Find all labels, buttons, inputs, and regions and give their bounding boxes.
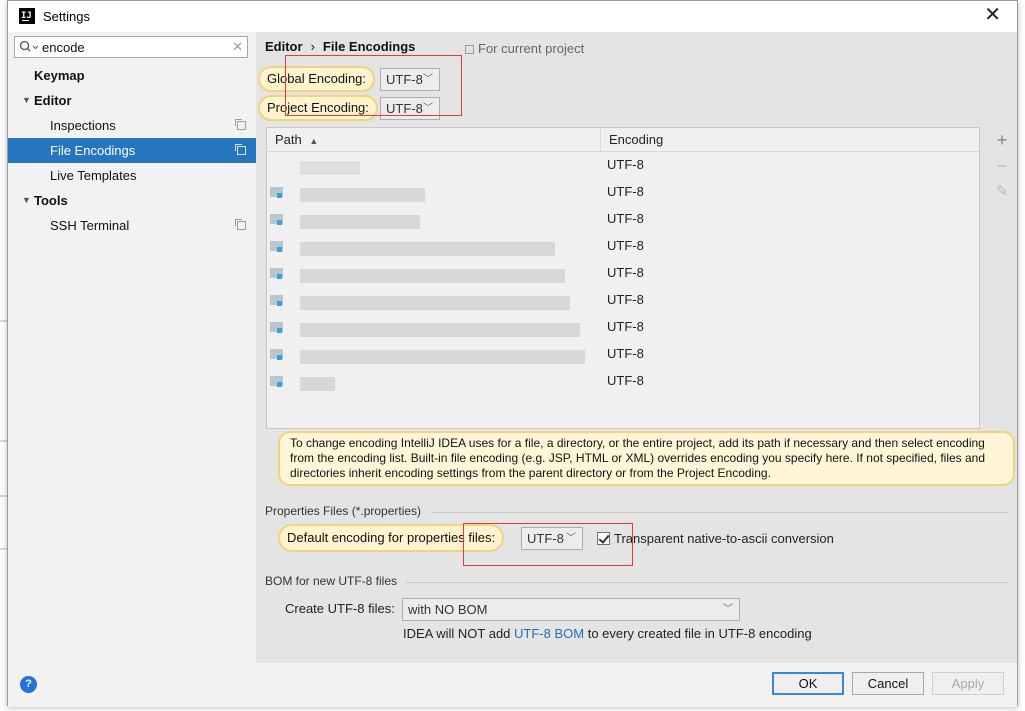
project-scope-icon xyxy=(235,219,246,230)
table-row[interactable]: UTF-8 xyxy=(267,179,979,206)
annotation-red-box xyxy=(463,523,633,566)
bom-note-suffix: to every created file in UTF-8 encoding xyxy=(584,626,812,641)
search-input[interactable]: encode ✕ xyxy=(14,36,248,58)
table-row[interactable]: UTF-8 xyxy=(267,287,979,314)
folder-icon xyxy=(270,349,283,360)
scope-hint-text: For current project xyxy=(478,41,585,56)
project-scope-icon xyxy=(465,45,474,54)
search-value: encode xyxy=(42,40,85,55)
ok-button[interactable]: OK xyxy=(772,672,844,695)
table-toolbar: + − ✎ xyxy=(987,127,1017,429)
sidebar-item-live-templates[interactable]: Live Templates xyxy=(8,163,256,188)
breadcrumb: Editor › File Encodings xyxy=(265,39,415,54)
breadcrumb-parent: Editor xyxy=(265,39,303,54)
encoding-cell: UTF-8 xyxy=(607,157,644,172)
search-icon xyxy=(19,40,39,52)
chevron-down-icon[interactable]: ▼ xyxy=(22,188,31,213)
annotation-red-box xyxy=(285,55,462,116)
sidebar-item-ssh-terminal[interactable]: SSH Terminal xyxy=(8,213,256,238)
project-scope-icon xyxy=(235,119,246,130)
table-header: Path ▲ Encoding xyxy=(267,128,979,152)
encoding-cell: UTF-8 xyxy=(607,346,644,361)
folder-icon xyxy=(270,295,283,306)
help-icon[interactable]: ? xyxy=(20,676,37,693)
encoding-cell: UTF-8 xyxy=(607,373,644,388)
column-header-label: Encoding xyxy=(609,132,664,147)
table-row[interactable]: UTF-8 xyxy=(267,206,979,233)
cancel-button[interactable]: Cancel xyxy=(852,672,924,695)
background-window-right xyxy=(1018,0,1025,711)
sidebar-item-label: File Encodings xyxy=(50,143,136,158)
encoding-cell: UTF-8 xyxy=(607,292,644,307)
project-scope-icon xyxy=(235,144,246,155)
sidebar-item-keymap[interactable]: Keymap xyxy=(8,63,256,88)
bom-section-title: BOM for new UTF-8 files xyxy=(265,574,398,588)
folder-icon xyxy=(270,268,283,279)
sidebar-item-editor[interactable]: ▼ Editor xyxy=(8,88,256,113)
section-divider xyxy=(432,512,1009,513)
encoding-cell: UTF-8 xyxy=(607,319,644,334)
bom-note: IDEA will NOT add UTF-8 BOM to every cre… xyxy=(403,626,812,641)
sidebar-item-label: Inspections xyxy=(50,118,116,133)
table-row[interactable]: UTF-8 xyxy=(267,152,979,179)
properties-section-title: Properties Files (*.properties) xyxy=(265,504,422,518)
table-row[interactable]: UTF-8 xyxy=(267,260,979,287)
folder-icon xyxy=(270,241,283,252)
create-utf8-label: Create UTF-8 files: xyxy=(285,601,395,616)
table-row[interactable]: UTF-8 xyxy=(267,233,979,260)
sidebar-item-label: SSH Terminal xyxy=(50,218,130,233)
scope-hint: For current project xyxy=(465,41,584,56)
sidebar-item-label: Keymap xyxy=(34,68,85,83)
folder-icon xyxy=(270,322,283,333)
close-icon[interactable]: ✕ xyxy=(984,5,1001,25)
folder-icon xyxy=(270,376,283,387)
settings-dialog: IJ Settings ✕ encode ✕ Keymap ▼ Editor I… xyxy=(7,0,1018,707)
encoding-cell: UTF-8 xyxy=(607,238,644,253)
bom-note-prefix: IDEA will NOT add xyxy=(403,626,515,641)
file-encodings-panel: Editor › File Encodings For current projec… xyxy=(256,32,1017,663)
info-callout: To change encoding IntelliJ IDEA uses fo… xyxy=(278,431,1015,486)
column-header-path[interactable]: Path ▲ xyxy=(267,128,600,152)
sidebar-item-file-encodings[interactable]: File Encodings xyxy=(8,138,256,163)
utf8-bom-link[interactable]: UTF-8 BOM xyxy=(514,626,584,641)
section-divider xyxy=(406,582,1009,583)
title-bar: IJ Settings ✕ xyxy=(8,1,1017,32)
chevron-down-icon: ﹀ xyxy=(723,604,733,615)
sidebar-item-label: Tools xyxy=(34,193,68,208)
background-window-left xyxy=(0,0,7,711)
sidebar-item-inspections[interactable]: Inspections xyxy=(8,113,256,138)
clear-search-icon[interactable]: ✕ xyxy=(232,39,243,55)
encoding-cell: UTF-8 xyxy=(607,211,644,226)
add-path-button[interactable]: + xyxy=(987,127,1017,153)
dialog-footer: ? OK Cancel Apply xyxy=(8,663,1017,707)
apply-button[interactable]: Apply xyxy=(932,672,1004,695)
breadcrumb-separator-icon: › xyxy=(310,39,315,54)
settings-tree: Keymap ▼ Editor Inspections File Encodin… xyxy=(8,63,256,238)
intellij-app-icon: IJ xyxy=(19,8,35,24)
bom-select-value: with NO BOM xyxy=(408,602,488,617)
edit-path-button[interactable]: ✎ xyxy=(987,179,1017,205)
bom-select[interactable]: with NO BOM ﹀ xyxy=(402,598,740,621)
table-row[interactable]: UTF-8 xyxy=(267,314,979,341)
window-title: Settings xyxy=(43,9,90,24)
sort-ascending-icon: ▲ xyxy=(309,136,319,146)
sidebar-item-tools[interactable]: ▼ Tools xyxy=(8,188,256,213)
breadcrumb-current: File Encodings xyxy=(322,39,416,54)
sidebar-item-label: Live Templates xyxy=(50,168,137,183)
chevron-down-icon[interactable]: ▼ xyxy=(22,88,31,113)
column-header-encoding[interactable]: Encoding xyxy=(600,128,980,152)
folder-icon xyxy=(270,214,283,225)
encoding-cell: UTF-8 xyxy=(607,265,644,280)
sidebar-item-label: Editor xyxy=(34,93,72,108)
table-row[interactable]: UTF-8 xyxy=(267,368,979,395)
encoding-cell: UTF-8 xyxy=(607,184,644,199)
remove-path-button[interactable]: − xyxy=(987,153,1017,179)
folder-icon xyxy=(270,187,283,198)
transparent-conversion-label: Transparent native-to-ascii conversion xyxy=(614,531,834,546)
column-header-label: Path xyxy=(275,132,302,147)
table-row[interactable]: UTF-8 xyxy=(267,341,979,368)
path-encoding-table[interactable]: Path ▲ Encoding UTF-8 UTF-8 UTF-8 UTF-8 … xyxy=(266,127,980,429)
settings-sidebar: encode ✕ Keymap ▼ Editor Inspections Fil… xyxy=(8,32,256,663)
